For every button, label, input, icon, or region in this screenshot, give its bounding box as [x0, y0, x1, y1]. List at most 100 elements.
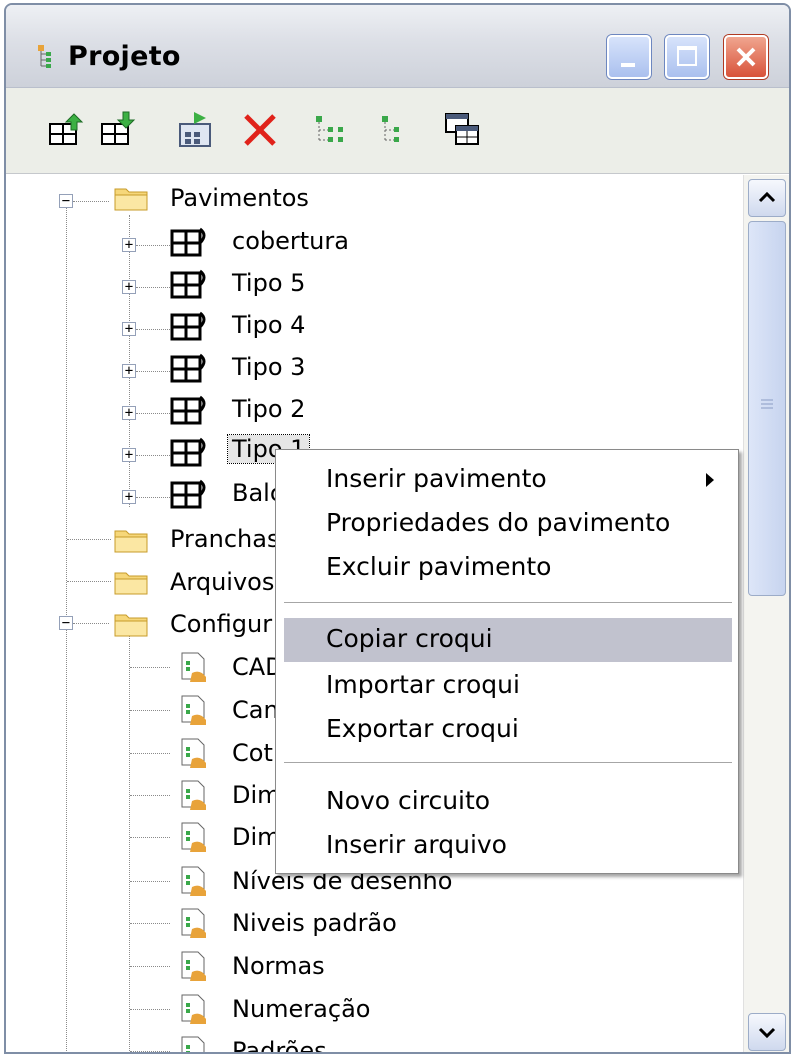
tree-line: [136, 287, 170, 288]
folder-icon: [114, 188, 148, 211]
chevron-down-icon: [758, 1027, 776, 1039]
settings-file-icon: [181, 908, 206, 938]
expand-toggle[interactable]: +: [122, 280, 136, 294]
delete-icon[interactable]: [240, 110, 280, 150]
tree-line: [129, 215, 130, 507]
window-title: Projeto: [68, 41, 181, 72]
folder-icon: [114, 530, 148, 553]
tree-item-label: Niveis padrão: [232, 909, 397, 937]
minimize-icon: [621, 63, 635, 67]
tree-item-pranchas[interactable]: Pranchas: [170, 525, 279, 553]
tree-line: [67, 581, 111, 582]
tree-line: [67, 539, 111, 540]
expand-toggle[interactable]: +: [122, 238, 136, 252]
settings-file-icon: [181, 951, 206, 981]
tree-line: [129, 625, 130, 1052]
folder-icon: [114, 572, 148, 595]
floor-plan-icon: [170, 269, 206, 299]
tree-item-label: Tipo 2: [232, 395, 306, 423]
tree-line: [130, 966, 170, 967]
close-icon: [736, 47, 756, 67]
menu-item-importar-croqui[interactable]: Importar croqui: [284, 664, 732, 708]
collapse-toggle[interactable]: −: [59, 616, 73, 630]
tree-item-label: Tipo 5: [232, 269, 306, 297]
floor-plan-icon: [170, 395, 206, 425]
settings-file-icon: [181, 866, 206, 896]
menu-item-novo-circuito[interactable]: Novo circuito: [284, 780, 732, 824]
tree-line: [130, 795, 170, 796]
menu-item-label: Excluir pavimento: [326, 552, 552, 581]
settings-file-icon: [181, 695, 206, 725]
expand-toggle[interactable]: +: [122, 322, 136, 336]
tree-line: [130, 837, 170, 838]
menu-item-label: Importar croqui: [326, 670, 520, 699]
maximize-icon: [677, 46, 697, 66]
settings-file-icon: [181, 994, 206, 1024]
menu-item-label: Exportar croqui: [326, 714, 519, 743]
tree-line: [136, 455, 170, 456]
menu-item-inserir-pavimento[interactable]: Inserir pavimento: [284, 458, 732, 502]
properties-icon[interactable]: [176, 110, 216, 150]
settings-file-icon: [181, 822, 206, 852]
tree-line: [73, 623, 109, 624]
settings-file-icon: [181, 1036, 205, 1052]
tree-item-label: Dim: [232, 823, 281, 851]
vertical-scrollbar[interactable]: [743, 175, 789, 1052]
tree-line: [136, 245, 170, 246]
tree-line: [73, 201, 109, 202]
floor-plan-icon: [170, 479, 206, 509]
scroll-up-button[interactable]: [748, 179, 786, 217]
menu-item-inserir-arquivo[interactable]: Inserir arquivo: [284, 824, 732, 868]
tree-item-arquivos[interactable]: Arquivos: [170, 568, 274, 596]
expand-toggle[interactable]: +: [122, 406, 136, 420]
menu-item-label: Inserir arquivo: [326, 830, 507, 859]
project-tree-icon: [38, 45, 51, 68]
toolbar: [6, 88, 789, 174]
collapse-tree-icon[interactable]: [378, 110, 418, 150]
tree-line: [130, 923, 170, 924]
context-menu: Inserir pavimento Propriedades do pavime…: [275, 449, 739, 874]
copy-window-icon[interactable]: [442, 110, 482, 150]
chevron-up-icon: [758, 191, 776, 203]
expand-toggle[interactable]: +: [122, 448, 136, 462]
settings-file-icon: [181, 780, 206, 810]
scroll-down-button[interactable]: [748, 1013, 786, 1051]
tree-line: [130, 710, 170, 711]
tree-line: [136, 413, 170, 414]
collapse-toggle[interactable]: −: [59, 194, 73, 208]
insert-floor-above-icon[interactable]: [46, 110, 86, 150]
expand-toggle[interactable]: +: [122, 490, 136, 504]
minimize-button[interactable]: [607, 35, 651, 79]
expand-toggle[interactable]: +: [122, 364, 136, 378]
floor-plan-icon: [170, 311, 206, 341]
menu-item-propriedades-pavimento[interactable]: Propriedades do pavimento: [284, 502, 732, 546]
tree-line: [136, 329, 170, 330]
tree-item-label: Normas: [232, 952, 325, 980]
tree-item-label: Padrões: [232, 1037, 327, 1054]
tree-line: [130, 881, 170, 882]
tree-item-pavimentos[interactable]: Pavimentos: [170, 184, 309, 212]
close-button[interactable]: [724, 35, 768, 79]
tree-item-label: cobertura: [232, 227, 349, 255]
menu-item-label: Copiar croqui: [326, 624, 493, 653]
menu-item-copiar-croqui[interactable]: Copiar croqui: [284, 618, 732, 662]
tree-item-label: Dim: [232, 781, 281, 809]
menu-item-excluir-pavimento[interactable]: Excluir pavimento: [284, 546, 732, 590]
expand-tree-icon[interactable]: [312, 110, 352, 150]
menu-item-exportar-croqui[interactable]: Exportar croqui: [284, 708, 732, 752]
scroll-thumb[interactable]: [748, 221, 786, 596]
menu-separator: [284, 602, 732, 603]
tree-line: [130, 1009, 170, 1010]
maximize-button[interactable]: [665, 35, 709, 79]
floor-plan-icon: [170, 227, 206, 257]
menu-item-label: Inserir pavimento: [326, 464, 547, 493]
tree-line: [130, 667, 170, 668]
settings-file-icon: [181, 738, 206, 768]
grip-icon: [761, 399, 773, 409]
tree-item-label: Can: [232, 696, 279, 724]
menu-separator: [284, 762, 732, 763]
tree-item-configuracoes[interactable]: Configur: [170, 610, 272, 638]
tree-line: [136, 497, 170, 498]
title-bar[interactable]: Projeto: [6, 5, 789, 88]
insert-floor-below-icon[interactable]: [98, 110, 138, 150]
